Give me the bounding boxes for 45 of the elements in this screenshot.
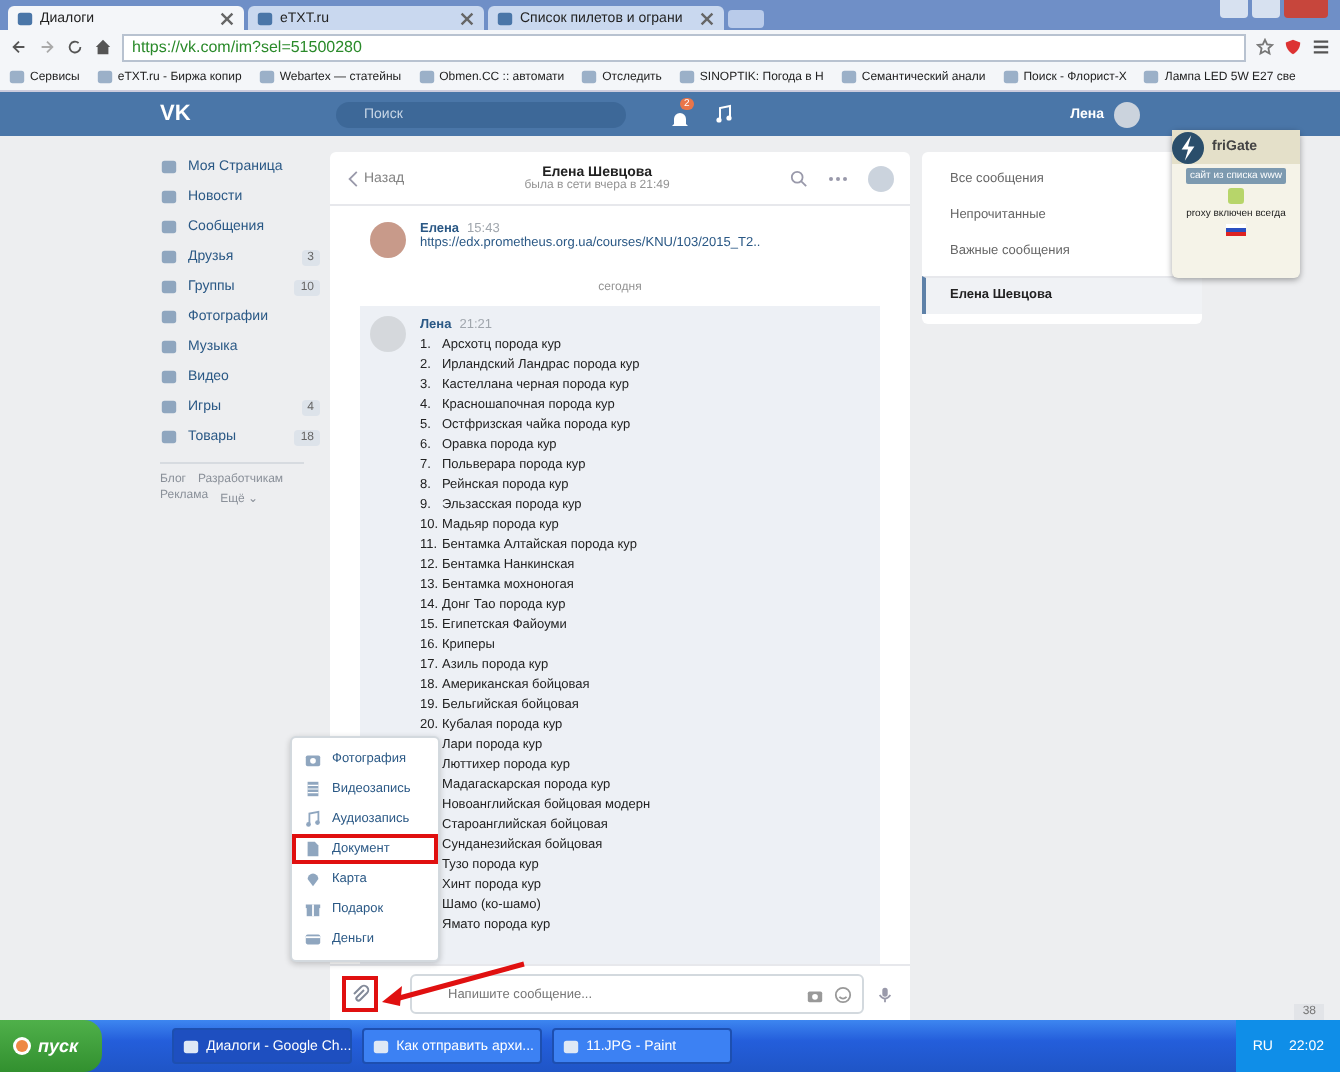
address-bar[interactable]: https://vk.com/im?sel=51500280 (122, 33, 1246, 61)
sender-avatar (370, 222, 406, 259)
shield-icon[interactable] (1284, 38, 1302, 56)
forward-arrow-icon[interactable] (38, 38, 56, 56)
page-icon (16, 9, 34, 27)
close-icon[interactable] (218, 9, 236, 27)
page-icon (256, 9, 274, 27)
bookmark-icon (1001, 68, 1020, 86)
bookmark-icon (8, 68, 26, 86)
card-icon (304, 930, 322, 948)
music-note-icon (304, 810, 322, 828)
flag-icon (1226, 224, 1246, 236)
app-icon (182, 1037, 201, 1055)
bookmark-icon (257, 68, 276, 86)
star-icon[interactable] (1256, 38, 1274, 56)
search-icon[interactable] (790, 169, 808, 188)
back-arrow-icon[interactable] (10, 38, 28, 56)
bookmark-icon (417, 68, 436, 86)
pin-icon (304, 870, 322, 888)
bookmark-icon (95, 68, 114, 86)
avatar[interactable] (1114, 101, 1140, 127)
home-icon[interactable] (94, 38, 112, 56)
microphone-icon[interactable] (876, 985, 894, 1004)
menu-icon[interactable] (1312, 38, 1330, 56)
page-icon (496, 9, 514, 27)
gift-icon (304, 900, 322, 918)
document-icon (304, 840, 322, 858)
bookmark-icon (580, 68, 599, 86)
paperclip-icon (350, 984, 370, 1005)
more-icon[interactable] (828, 175, 848, 182)
bookmark-icon (677, 68, 696, 86)
app-icon (562, 1037, 581, 1055)
close-icon[interactable] (698, 9, 716, 27)
vk-logo[interactable]: VK (160, 102, 336, 126)
close-icon[interactable] (458, 9, 476, 27)
music-note-icon[interactable] (714, 104, 734, 124)
logo-icon (12, 1036, 32, 1056)
film-icon (304, 780, 322, 798)
sender-avatar (370, 316, 406, 353)
bookmark-icon (839, 68, 858, 86)
app-icon (372, 1037, 391, 1055)
camera-icon (304, 750, 322, 768)
reload-icon[interactable] (66, 38, 84, 56)
bookmark-icon (1142, 68, 1161, 86)
attach-button[interactable] (342, 976, 378, 1013)
